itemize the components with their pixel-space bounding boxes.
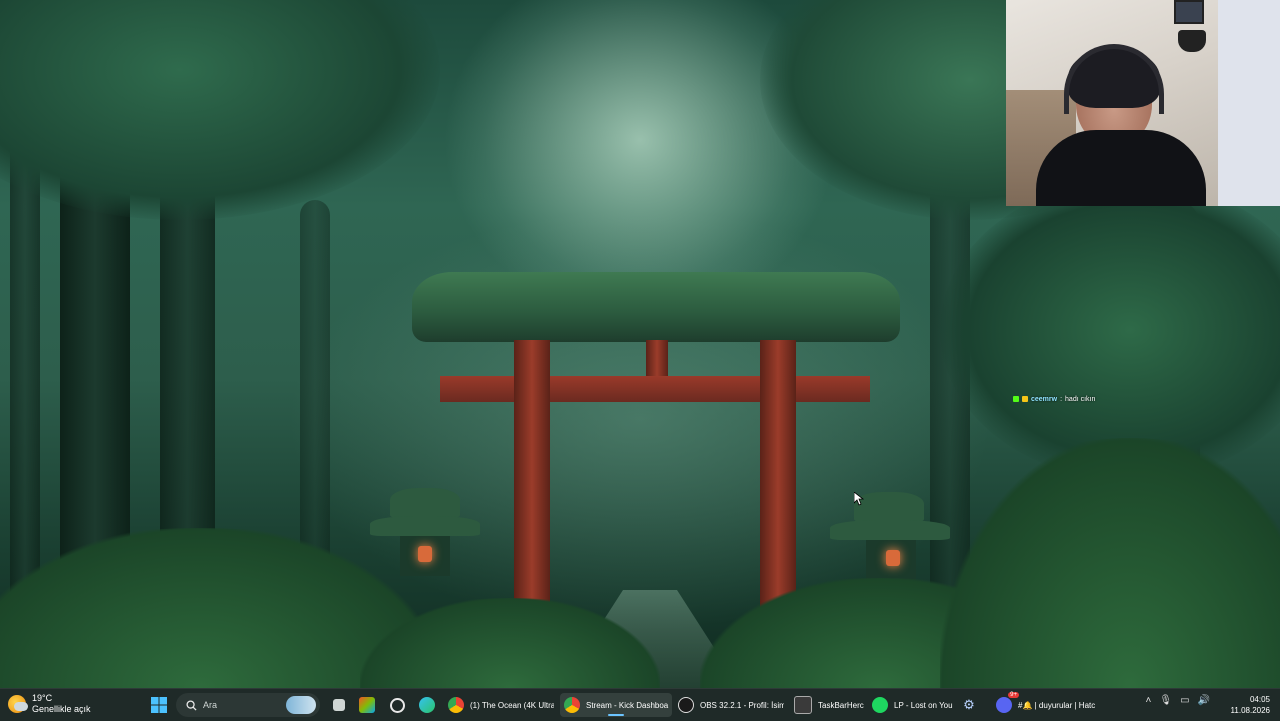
webcam-headset xyxy=(1064,44,1164,114)
taskbarhero-icon xyxy=(794,696,812,714)
kick-badge-icon xyxy=(1013,396,1019,402)
weather-widget[interactable]: 19°C Genellikle açık xyxy=(8,693,91,715)
partly-sunny-icon xyxy=(8,695,28,713)
taskbar: 19°C Genellikle açık Ara (1) The Ocean (… xyxy=(0,688,1280,721)
edge-button[interactable] xyxy=(418,693,436,717)
start-button[interactable] xyxy=(148,693,170,717)
discord-icon: 9+ xyxy=(996,692,1019,713)
spotify-icon xyxy=(872,697,888,713)
network-icon[interactable]: ▭ xyxy=(1180,695,1189,706)
app-label: OBS 32.2.1 - Profil: İsim xyxy=(700,700,784,710)
clock-time: 04:05 xyxy=(1249,695,1270,704)
search-icon xyxy=(186,699,197,711)
settings-app-button[interactable]: ⚙ xyxy=(960,693,978,717)
discord-notification-badge: 9+ xyxy=(1008,692,1019,698)
taskbar-app-chrome-kick[interactable]: Stream - Kick Dashboa xyxy=(560,693,672,717)
gear-icon: ⚙ xyxy=(963,697,975,712)
edge-icon xyxy=(419,697,435,713)
chatgpt-button[interactable] xyxy=(388,693,406,717)
windows-logo-icon xyxy=(151,697,167,713)
task-view-icon xyxy=(333,699,345,711)
app-label: #🔔 | duyurular | Hatc xyxy=(1018,700,1096,710)
taskbar-app-spotify[interactable]: LP - Lost on You xyxy=(870,693,956,717)
chat-overlay-message: ceemrw : hadı cıkın xyxy=(1013,392,1095,406)
taskbar-app-discord[interactable]: 9+ #🔔 | duyurular | Hatc xyxy=(994,692,1108,717)
mouse-cursor-icon xyxy=(854,492,864,506)
search-placeholder: Ara xyxy=(203,700,218,710)
chatgpt-icon xyxy=(389,697,405,713)
store-button[interactable] xyxy=(358,693,376,717)
torii-roof xyxy=(412,272,900,342)
canopy xyxy=(940,180,1280,480)
volume-icon[interactable]: 🔊 xyxy=(1198,695,1210,706)
app-label: (1) The Ocean (4K Ultra xyxy=(470,700,554,710)
app-label: LP - Lost on You xyxy=(894,700,953,710)
torii-left-pillar xyxy=(514,340,550,640)
app-label: TaskBarHerc xyxy=(818,700,864,710)
torii-center-strut xyxy=(646,340,668,380)
webcam-wall-frame xyxy=(1174,0,1204,24)
clock-date: 11.08.2026 xyxy=(1230,706,1270,715)
webcam-wardrobe xyxy=(1218,0,1280,206)
undergrowth xyxy=(360,598,660,688)
webcam-feed xyxy=(1006,0,1280,206)
system-tray: ˄ 🎙 ▭ 🔊 xyxy=(1146,695,1210,706)
app-label: Stream - Kick Dashboa xyxy=(586,700,669,710)
system-clock[interactable]: 04:05 11.08.2026 xyxy=(1231,694,1270,716)
canopy xyxy=(0,0,440,220)
undergrowth xyxy=(940,438,1280,688)
chat-username: ceemrw xyxy=(1031,395,1058,403)
chrome-icon xyxy=(448,697,464,713)
weather-temperature: 19°C xyxy=(32,693,53,703)
task-view-button[interactable] xyxy=(330,693,348,717)
chevron-up-icon[interactable]: ˄ xyxy=(1146,695,1152,706)
obs-icon xyxy=(678,697,694,713)
weather-condition: Genellikle açık xyxy=(32,704,91,714)
webcam-lamp xyxy=(1178,30,1206,52)
search-highlight-image xyxy=(286,696,316,714)
microphone-icon[interactable]: 🎙 xyxy=(1159,695,1172,706)
chat-separator: : xyxy=(1060,395,1063,403)
taskbar-app-taskbarhero[interactable]: TaskBarHerc xyxy=(792,693,864,717)
taskbar-app-chrome-ocean[interactable]: (1) The Ocean (4K Ultra xyxy=(446,693,556,717)
chrome-icon xyxy=(564,697,580,713)
taskbar-search[interactable]: Ara xyxy=(176,693,320,717)
webcam-person-body xyxy=(1036,130,1206,206)
subscriber-badge-icon xyxy=(1022,396,1028,402)
store-icon xyxy=(359,697,375,713)
torii-beam xyxy=(440,376,870,402)
chat-message: hadı cıkın xyxy=(1065,395,1096,403)
taskbar-app-obs[interactable]: OBS 32.2.1 - Profil: İsim xyxy=(676,693,786,717)
